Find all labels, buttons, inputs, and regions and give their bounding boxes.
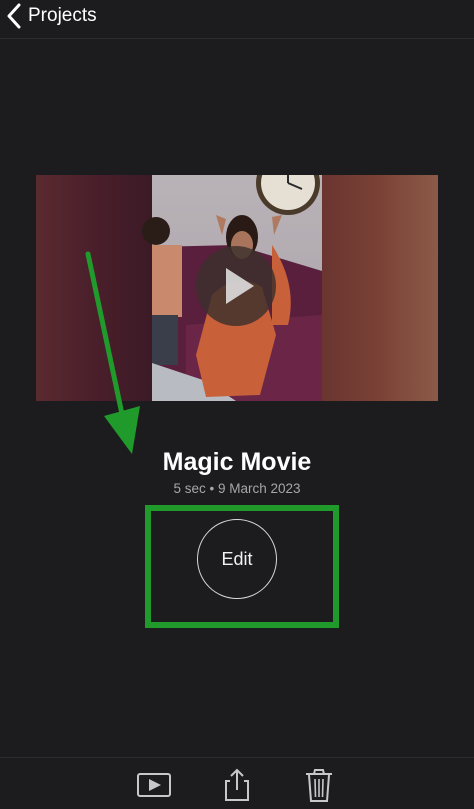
play-icon bbox=[226, 268, 254, 304]
annotation-arrow-icon bbox=[85, 251, 140, 454]
navigation-bar: Projects bbox=[0, 0, 474, 39]
edit-button[interactable]: Edit bbox=[197, 519, 277, 599]
play-movie-button[interactable] bbox=[136, 768, 172, 802]
play-icon bbox=[137, 773, 171, 797]
delete-button[interactable] bbox=[301, 768, 337, 802]
play-preview-button[interactable] bbox=[196, 246, 276, 326]
chevron-left-icon bbox=[7, 3, 21, 29]
project-title: Magic Movie bbox=[162, 448, 312, 476]
back-button[interactable]: Projects bbox=[6, 2, 97, 30]
bottom-toolbar bbox=[0, 757, 474, 809]
trash-icon bbox=[306, 769, 332, 802]
back-button-label: Projects bbox=[28, 5, 97, 26]
share-icon bbox=[225, 768, 249, 801]
project-subtitle: 5 sec • 9 March 2023 bbox=[173, 481, 301, 496]
edit-button-label: Edit bbox=[221, 548, 253, 569]
share-button[interactable] bbox=[219, 768, 255, 802]
